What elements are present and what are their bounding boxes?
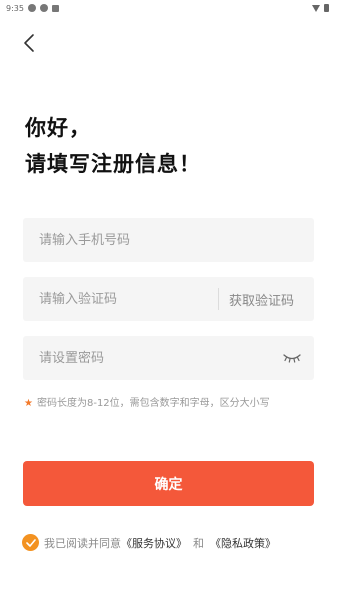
agreement-checkbox[interactable] [22, 534, 39, 551]
battery-icon [324, 4, 329, 12]
eye-closed-icon [283, 354, 301, 363]
privacy-policy-link[interactable]: 《隐私政策》 [210, 535, 276, 551]
password-hint: ★ 密码长度为8-12位，需包含数字和字母，区分大小写 [24, 394, 270, 409]
agreement-prefix: 我已阅读并同意 [44, 536, 121, 550]
checkmark-icon [25, 538, 36, 547]
hint-star-icon: ★ [24, 398, 33, 409]
password-input[interactable] [23, 336, 270, 380]
title-instruction: 请填写注册信息！ [25, 152, 201, 176]
wifi-icon [312, 4, 320, 12]
status-left: 9:35 [6, 4, 59, 13]
phone-field [23, 218, 314, 262]
verification-code-input[interactable] [23, 277, 218, 321]
status-right [312, 4, 329, 12]
chevron-left-icon [24, 34, 34, 52]
confirm-button[interactable]: 确定 [23, 461, 314, 506]
hint-text: 密码长度为8-12位，需包含数字和字母，区分大小写 [36, 398, 270, 409]
page-title: 你好， 请填写注册信息！ [25, 110, 201, 182]
password-visibility-toggle[interactable] [270, 336, 314, 380]
status-time: 9:35 [6, 3, 24, 13]
agreement-and: 和 [193, 536, 204, 550]
phone-input[interactable] [23, 218, 314, 262]
back-button[interactable] [14, 28, 44, 58]
notification-icon [27, 4, 36, 12]
verification-code-field: 获取验证码 [23, 277, 314, 321]
service-agreement-link[interactable]: 《服务协议》 [121, 535, 187, 551]
agreement-row: 我已阅读并同意 《服务协议》 和 《隐私政策》 [22, 534, 276, 551]
notification-icon [51, 4, 59, 12]
status-bar: 9:35 [0, 0, 337, 16]
notification-icon [39, 4, 48, 12]
title-greeting: 你好， [25, 116, 91, 140]
get-code-button[interactable]: 获取验证码 [219, 290, 314, 309]
password-field [23, 336, 314, 380]
